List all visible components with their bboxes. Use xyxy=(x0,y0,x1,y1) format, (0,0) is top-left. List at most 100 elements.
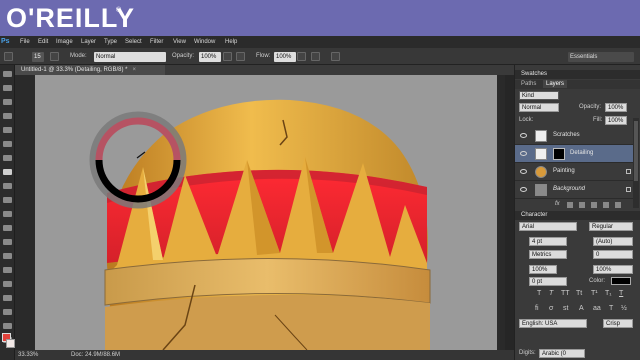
type-tool-icon[interactable] xyxy=(3,281,12,287)
crop-tool-icon[interactable] xyxy=(3,127,12,133)
document-tab[interactable]: Untitled-1 @ 33.3% (Detailing, RGB/8) * × xyxy=(15,65,165,75)
fill-field[interactable]: 100% xyxy=(605,116,627,125)
visibility-eye-icon[interactable] xyxy=(520,133,527,138)
subscript-button[interactable]: T₁ xyxy=(605,290,612,297)
superscript-button[interactable]: T¹ xyxy=(591,290,598,297)
layers-tab[interactable]: Layers xyxy=(543,80,568,88)
menu-edit[interactable]: Edit xyxy=(38,36,48,48)
tracking-field[interactable]: 0 xyxy=(593,250,633,259)
layer-opacity-field[interactable]: 100% xyxy=(605,103,627,112)
background-color-swatch[interactable] xyxy=(6,339,15,348)
eyedropper-tool-icon[interactable] xyxy=(3,141,12,147)
paths-tab[interactable]: Paths xyxy=(521,81,536,87)
menu-file[interactable]: File xyxy=(20,36,30,48)
brush-panel-icon[interactable] xyxy=(50,52,59,61)
mode-select[interactable]: Normal xyxy=(94,52,166,62)
menu-help[interactable]: Help xyxy=(225,36,237,48)
brush-tool-icon[interactable] xyxy=(3,169,12,175)
workspace-select[interactable]: Essentials xyxy=(568,52,634,62)
flow-field[interactable]: 100% xyxy=(274,52,296,62)
document-canvas[interactable] xyxy=(35,75,497,350)
brush-preset-icon[interactable] xyxy=(4,52,13,61)
adjustment-layer-icon[interactable] xyxy=(579,202,585,208)
layer-row-painting[interactable]: Painting xyxy=(515,163,637,181)
font-family-select[interactable]: Arial xyxy=(519,222,577,231)
doc-size[interactable]: Doc: 24.9M/88.6M xyxy=(71,350,120,360)
horizontal-scale-field[interactable]: 100% xyxy=(593,265,633,274)
brush-size-field[interactable]: 15 xyxy=(32,52,44,62)
layer-row-detailing[interactable]: Detailing xyxy=(515,145,637,163)
baseline-shift-field[interactable]: 0 pt xyxy=(529,277,567,286)
close-tab-icon[interactable]: × xyxy=(132,67,136,73)
menu-view[interactable]: View xyxy=(173,36,186,48)
font-style-select[interactable]: Regular xyxy=(589,222,633,231)
leading-field[interactable]: (Auto) xyxy=(593,237,633,246)
menu-filter[interactable]: Filter xyxy=(150,36,163,48)
menu-layer[interactable]: Layer xyxy=(81,36,96,48)
discretionary-button[interactable]: σ xyxy=(549,305,553,312)
airbrush-icon[interactable] xyxy=(311,52,320,61)
layer-row-background[interactable]: Background xyxy=(515,181,637,199)
history-brush-tool-icon[interactable] xyxy=(3,197,12,203)
layer-mask-thumbnail[interactable] xyxy=(553,148,565,160)
pen-tool-icon[interactable] xyxy=(3,267,12,273)
digits-select[interactable]: Arabic (0 xyxy=(539,349,585,358)
layer-filter-kind[interactable]: Kind xyxy=(519,91,559,100)
canvas-area[interactable] xyxy=(15,75,514,350)
faux-bold-button[interactable]: T xyxy=(537,290,541,297)
pressure-size-icon[interactable] xyxy=(331,52,340,61)
ligature-button[interactable]: fi xyxy=(535,305,539,312)
menu-image[interactable]: Image xyxy=(56,36,73,48)
marquee-tool-icon[interactable] xyxy=(3,85,12,91)
stylistic-button[interactable]: A xyxy=(579,305,584,312)
small-caps-button[interactable]: Tt xyxy=(576,290,582,297)
zoom-level[interactable]: 33.33% xyxy=(18,350,38,360)
layers-scrollbar-thumb[interactable] xyxy=(634,121,638,181)
language-select[interactable]: English: USA xyxy=(519,319,587,328)
gradient-tool-icon[interactable] xyxy=(3,225,12,231)
dodge-tool-icon[interactable] xyxy=(3,253,12,259)
ordinal-button[interactable]: T xyxy=(609,305,613,312)
path-select-tool-icon[interactable] xyxy=(3,295,12,301)
menu-type[interactable]: Type xyxy=(104,36,117,48)
swatches-tab[interactable]: Swatches xyxy=(521,71,547,77)
menu-select[interactable]: Select xyxy=(125,36,142,48)
blur-tool-icon[interactable] xyxy=(3,239,12,245)
shape-tool-icon[interactable] xyxy=(3,309,12,315)
layer-blend-mode[interactable]: Normal xyxy=(519,103,559,112)
fraction-button[interactable]: ½ xyxy=(621,305,627,312)
faux-italic-button[interactable]: T xyxy=(549,290,553,297)
pressure-opacity-icon[interactable] xyxy=(236,52,245,61)
opacity-field[interactable]: 100% xyxy=(199,52,221,62)
visibility-eye-icon[interactable] xyxy=(520,169,527,174)
kerning-field[interactable]: Metrics xyxy=(529,250,567,259)
vertical-scale-field[interactable]: 100% xyxy=(529,265,557,274)
character-tab[interactable]: Character xyxy=(521,212,547,218)
flow-dropdown-icon[interactable] xyxy=(297,52,306,61)
new-layer-icon[interactable] xyxy=(603,202,609,208)
visibility-eye-icon[interactable] xyxy=(520,151,527,156)
visibility-eye-icon[interactable] xyxy=(520,187,527,192)
fx-button[interactable]: fx xyxy=(555,201,560,207)
all-caps-button[interactable]: TT xyxy=(561,290,570,297)
titling-button[interactable]: aa xyxy=(593,305,601,312)
antialias-select[interactable]: Crisp xyxy=(603,319,633,328)
add-mask-icon[interactable] xyxy=(567,202,573,208)
font-size-field[interactable]: 4 pt xyxy=(529,237,567,246)
swash-button[interactable]: st xyxy=(563,305,568,312)
clone-stamp-tool-icon[interactable] xyxy=(3,183,12,189)
layers-scrollbar[interactable] xyxy=(633,118,639,208)
underline-button[interactable]: T xyxy=(619,290,623,297)
move-tool-icon[interactable] xyxy=(3,71,12,77)
group-icon[interactable] xyxy=(591,202,597,208)
eraser-tool-icon[interactable] xyxy=(3,211,12,217)
healing-tool-icon[interactable] xyxy=(3,155,12,161)
photoshop-app-icon[interactable]: Ps xyxy=(1,36,10,48)
menu-window[interactable]: Window xyxy=(194,36,215,48)
trash-icon[interactable] xyxy=(615,202,621,208)
text-color-swatch[interactable] xyxy=(611,277,631,285)
opacity-dropdown-icon[interactable] xyxy=(223,52,232,61)
hand-tool-icon[interactable] xyxy=(3,323,12,329)
lasso-tool-icon[interactable] xyxy=(3,99,12,105)
quick-select-tool-icon[interactable] xyxy=(3,113,12,119)
